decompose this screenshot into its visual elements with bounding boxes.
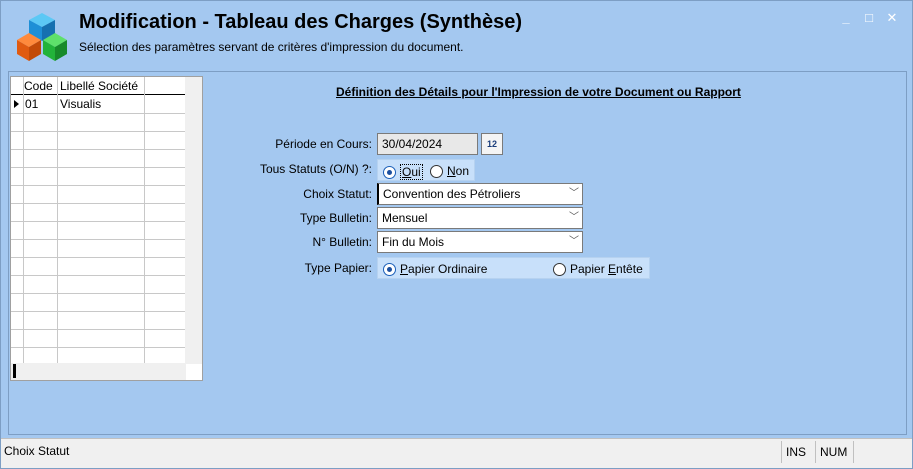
maximize-button[interactable]: □ <box>860 9 878 27</box>
window-subtitle: Sélection des paramètres servant de crit… <box>79 40 464 54</box>
type-papier-label: Type Papier: <box>304 261 372 275</box>
chevron-down-icon[interactable]: ﹀ <box>565 232 582 252</box>
choix-statut-select[interactable]: Convention des Pétroliers ﹀ <box>377 183 583 205</box>
num-bulletin-select[interactable]: Fin du Mois ﹀ <box>377 231 583 253</box>
table-row[interactable] <box>11 330 186 348</box>
grid-rows: 01 Visualis <box>11 96 186 366</box>
num-bulletin-value: Fin du Mois <box>382 235 445 249</box>
type-bulletin-label: Type Bulletin: <box>299 211 372 225</box>
grid-header: Code Libellé Société <box>11 77 186 95</box>
radio-papier-ordinaire-label: Papier Ordinaire <box>400 262 488 276</box>
table-row[interactable] <box>11 150 186 168</box>
table-row[interactable] <box>11 312 186 330</box>
radio-oui-label: Oui <box>400 164 423 180</box>
vertical-scrollbar[interactable] <box>185 77 202 364</box>
row-indicator-divider <box>23 77 24 364</box>
table-row[interactable] <box>11 186 186 204</box>
type-bulletin-value: Mensuel <box>382 211 428 225</box>
radio-selected-icon <box>383 262 396 276</box>
cubes-app-icon <box>17 13 67 61</box>
main-window: Modification - Tableau des Charges (Synt… <box>0 0 913 469</box>
column-divider <box>144 77 145 364</box>
num-bulletin-label: N° Bulletin: <box>312 235 373 249</box>
num-indicator: NUM <box>815 441 853 463</box>
status-bar: Choix Statut INS NUM <box>1 438 912 468</box>
table-row[interactable] <box>11 222 186 240</box>
table-row[interactable] <box>11 240 186 258</box>
radio-unselected-icon <box>553 262 566 276</box>
ins-indicator: INS <box>781 441 815 463</box>
horizontal-scrollbar[interactable] <box>11 363 186 380</box>
radio-non[interactable]: Non <box>430 164 469 178</box>
calendar-icon[interactable]: 12 <box>481 133 503 155</box>
choix-statut-value: Convention des Pétroliers <box>383 187 521 201</box>
radio-papier-entete[interactable]: Papier Entête <box>553 262 643 276</box>
status-empty-cell <box>853 441 891 463</box>
title-bar: Modification - Tableau des Charges (Synt… <box>1 1 912 67</box>
table-row[interactable] <box>11 168 186 186</box>
tous-statuts-radio-group: Oui Non <box>377 159 475 181</box>
status-text: Choix Statut <box>4 444 70 458</box>
table-row[interactable] <box>11 258 186 276</box>
radio-non-label: Non <box>447 164 470 178</box>
type-bulletin-select[interactable]: Mensuel ﹀ <box>377 207 583 229</box>
type-papier-radio-group: Papier Ordinaire Papier Entête <box>377 257 650 279</box>
table-row[interactable] <box>11 294 186 312</box>
column-divider <box>57 77 58 364</box>
table-row[interactable] <box>11 114 186 132</box>
content-panel: Code Libellé Société 01 Visualis Définit… <box>8 71 907 435</box>
table-row[interactable] <box>11 132 186 150</box>
table-row[interactable] <box>11 204 186 222</box>
radio-papier-entete-label: Papier Entête <box>570 262 643 276</box>
company-grid[interactable]: Code Libellé Société 01 Visualis <box>10 76 203 381</box>
table-row[interactable] <box>11 276 186 294</box>
current-row-indicator-icon <box>14 100 19 108</box>
radio-oui[interactable]: Oui <box>383 164 423 180</box>
cell-code: 01 <box>25 97 39 111</box>
periode-field[interactable]: 30/04/2024 <box>377 133 478 155</box>
window-title: Modification - Tableau des Charges (Synt… <box>79 11 523 33</box>
radio-selected-icon <box>383 165 396 179</box>
section-title: Définition des Détails pour l'Impression… <box>336 85 741 99</box>
radio-unselected-icon <box>430 164 443 178</box>
chevron-down-icon[interactable]: ﹀ <box>565 208 582 228</box>
periode-label: Période en Cours: <box>275 137 372 151</box>
cell-libelle: Visualis <box>60 97 102 111</box>
column-header-code[interactable]: Code <box>24 79 53 93</box>
radio-papier-ordinaire[interactable]: Papier Ordinaire <box>383 262 487 276</box>
close-button[interactable]: ✕ <box>883 9 901 27</box>
minimize-button[interactable]: _ <box>837 9 855 27</box>
chevron-down-icon[interactable]: ﹀ <box>565 184 582 204</box>
choix-statut-label: Choix Statut: <box>303 187 372 201</box>
table-row[interactable]: 01 Visualis <box>11 96 186 114</box>
scroll-thumb[interactable] <box>13 364 16 378</box>
tous-statuts-label: Tous Statuts (O/N) ?: <box>259 162 372 176</box>
column-header-libelle[interactable]: Libellé Société <box>60 79 138 93</box>
